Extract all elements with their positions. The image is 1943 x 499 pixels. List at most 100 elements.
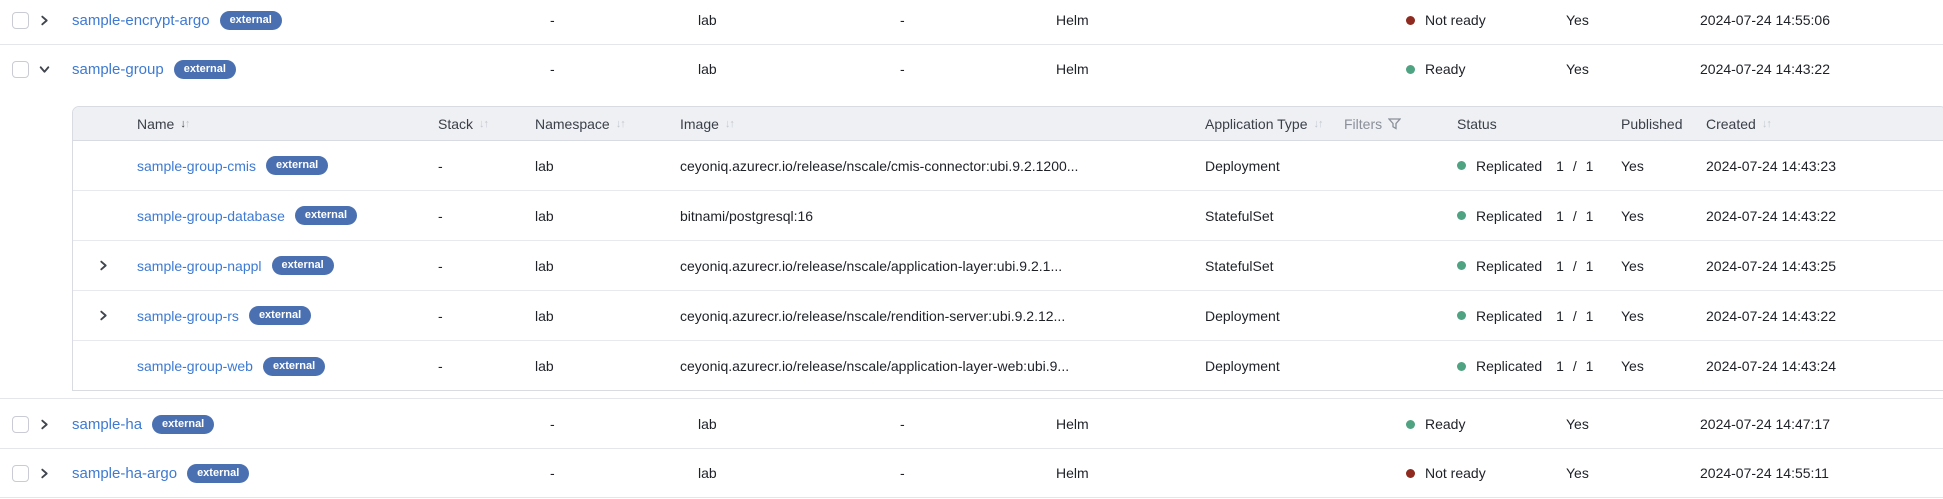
workload-row: sample-group-rsexternal-labceyoniq.azure… <box>73 291 1943 341</box>
column-header-app_type[interactable]: Application Type <box>1205 116 1307 132</box>
namespace-value: lab <box>535 308 554 324</box>
created-value: 2024-07-24 14:43:22 <box>1700 61 1830 77</box>
row-separator <box>0 448 1943 449</box>
created-value: 2024-07-24 14:55:11 <box>1700 465 1829 481</box>
app-name-link[interactable]: sample-ha-argo <box>72 465 177 482</box>
namespace-value: lab <box>698 416 717 432</box>
status-cell: Replicated 1 / 1 <box>1457 191 1593 240</box>
row-checkbox[interactable] <box>12 465 29 482</box>
app-row: sample-groupexternal-lab-HelmReadyYes202… <box>0 49 1943 89</box>
workloads-table-header: Name↓↑Stack↓↑Namespace↓↑Image↓↑Applicati… <box>73 107 1943 141</box>
column-header-name[interactable]: Name <box>137 116 174 132</box>
column-header-created[interactable]: Created <box>1706 116 1756 132</box>
status-ok-dot-icon <box>1406 420 1415 429</box>
app-row: sample-haexternal-lab-HelmReadyYes2024-0… <box>0 404 1943 444</box>
sort-asc-icon: ↑ <box>1766 118 1771 130</box>
stack-value: - <box>550 416 555 432</box>
sort-asc-icon: ↑ <box>185 118 190 130</box>
app-name-link[interactable]: sample-group <box>72 61 164 78</box>
created-value: 2024-07-24 14:43:22 <box>1706 208 1836 224</box>
status-replica-count: 1 / 1 <box>1556 208 1593 224</box>
stack-value: - <box>550 61 555 77</box>
created-value: 2024-07-24 14:43:23 <box>1706 158 1836 174</box>
status-label: Not ready <box>1425 12 1486 28</box>
workload-name-link[interactable]: sample-group-web <box>137 358 253 374</box>
filters-label: Filters <box>1344 116 1382 132</box>
row-checkbox[interactable] <box>12 61 29 78</box>
row-separator <box>0 44 1943 45</box>
status-label: Replicated <box>1476 308 1542 324</box>
stack-value: - <box>550 465 555 481</box>
external-badge: external <box>187 464 249 483</box>
external-badge: external <box>295 206 357 225</box>
collapse-chevron-icon[interactable] <box>37 62 51 76</box>
expand-chevron-icon[interactable] <box>37 417 51 431</box>
created-value: 2024-07-24 14:43:25 <box>1706 258 1836 274</box>
status-label: Not ready <box>1425 465 1486 481</box>
expand-chevron-icon[interactable] <box>37 13 51 27</box>
column-header-stack[interactable]: Stack <box>438 116 473 132</box>
namespace-value: lab <box>698 61 717 77</box>
published-value: Yes <box>1566 416 1589 432</box>
status-ok-dot-icon <box>1457 161 1466 170</box>
sort-arrows-icon: ↓↑ <box>479 118 488 130</box>
status-cell: Replicated1 / 1 <box>1457 341 1593 391</box>
workload-name-link[interactable]: sample-group-rs <box>137 308 239 324</box>
column-header-image[interactable]: Image <box>680 116 719 132</box>
workload-row: sample-group-databaseexternal-labbitnami… <box>73 191 1943 241</box>
app-row: sample-ha-argoexternal-lab-HelmNot ready… <box>0 453 1943 493</box>
status-ok-dot-icon <box>1406 65 1415 74</box>
sort-asc-icon: ↑ <box>729 118 734 130</box>
workload-name-link[interactable]: sample-group-nappl <box>137 258 262 274</box>
external-badge: external <box>174 60 236 79</box>
stack-value: - <box>438 358 443 374</box>
sort-asc-icon: ↑ <box>1318 118 1323 130</box>
row-checkbox[interactable] <box>12 416 29 433</box>
row-separator <box>0 398 1943 399</box>
column-header-namespace[interactable]: Namespace <box>535 116 610 132</box>
status-replica-count: 1 / 1 <box>1556 358 1593 374</box>
image-value: ceyoniq.azurecr.io/release/nscale/applic… <box>680 358 1069 374</box>
external-badge: external <box>272 256 334 275</box>
status-replica-count: 1 / 1 <box>1556 308 1593 324</box>
app-name-link[interactable]: sample-ha <box>72 416 142 433</box>
status-error-dot-icon <box>1406 16 1415 25</box>
created-value: 2024-07-24 14:43:22 <box>1706 308 1836 324</box>
expand-chevron-icon[interactable] <box>37 466 51 480</box>
image-value: - <box>900 61 905 77</box>
application-type-value: StatefulSet <box>1205 258 1274 274</box>
workload-name-link[interactable]: sample-group-cmis <box>137 158 256 174</box>
expand-chevron-icon[interactable] <box>96 309 110 323</box>
stack-value: - <box>438 208 443 224</box>
filters-button[interactable]: Filters <box>1344 116 1401 132</box>
published-value: Yes <box>1621 358 1644 374</box>
application-type-value: Helm <box>1056 416 1089 432</box>
filter-funnel-icon <box>1388 118 1401 130</box>
published-value: Yes <box>1566 61 1589 77</box>
external-badge: external <box>220 11 282 30</box>
status-label: Replicated <box>1476 158 1542 174</box>
created-value: 2024-07-24 14:47:17 <box>1700 416 1830 432</box>
namespace-value: lab <box>535 358 554 374</box>
status-ok-dot-icon <box>1457 211 1466 220</box>
application-type-value: Deployment <box>1205 158 1280 174</box>
image-value: - <box>900 12 905 28</box>
image-value: - <box>900 416 905 432</box>
status-cell: Not ready <box>1406 453 1486 493</box>
sort-arrows-icon: ↓↑ <box>1313 118 1322 130</box>
namespace-value: lab <box>535 208 554 224</box>
status-label: Ready <box>1425 416 1465 432</box>
workload-name-link[interactable]: sample-group-database <box>137 208 285 224</box>
column-header-published: Published <box>1621 116 1683 132</box>
namespace-value: lab <box>535 258 554 274</box>
column-header-status: Status <box>1457 116 1497 132</box>
status-replica-count: 1 / 1 <box>1556 258 1593 274</box>
row-checkbox[interactable] <box>12 12 29 29</box>
status-label: Replicated <box>1476 258 1542 274</box>
application-type-value: Helm <box>1056 61 1089 77</box>
published-value: Yes <box>1621 308 1644 324</box>
app-name-link[interactable]: sample-encrypt-argo <box>72 12 210 29</box>
status-label: Replicated <box>1476 208 1542 224</box>
expand-chevron-icon[interactable] <box>96 259 110 273</box>
external-badge: external <box>266 156 328 175</box>
